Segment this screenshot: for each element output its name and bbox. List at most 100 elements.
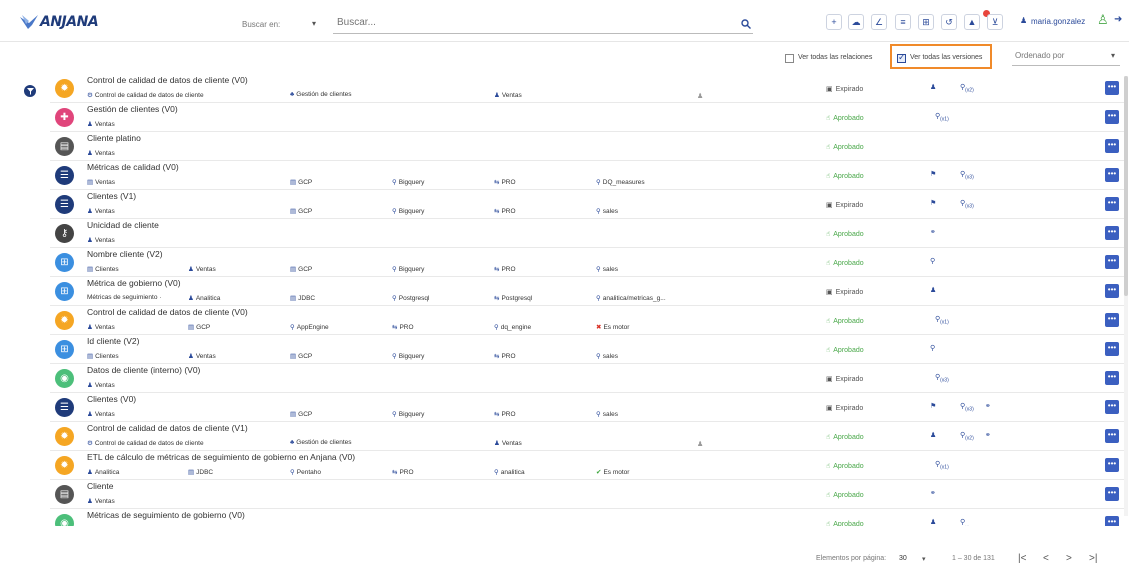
user-name[interactable]: maria.gonzalez: [1031, 17, 1085, 26]
list-icon[interactable]: ≡: [895, 14, 911, 30]
anjana-logo[interactable]: ANJANA: [20, 12, 99, 32]
list-item[interactable]: ◉ Datos de cliente (interno) (V0) ♟ Ventas ▣…: [50, 364, 1125, 393]
more-options-button[interactable]: •••: [1105, 255, 1119, 269]
item-title[interactable]: Métricas de seguimiento de gobierno (V0): [87, 510, 245, 520]
more-options-button[interactable]: •••: [1105, 487, 1119, 501]
relation-icon[interactable]: ⚲(x3): [960, 170, 974, 180]
scroll-thumb[interactable]: [1124, 76, 1128, 296]
list-item[interactable]: ✹ ETL de cálculo de métricas de seguimien…: [50, 451, 1125, 480]
cart-icon[interactable]: ⊻: [987, 14, 1003, 30]
search-input[interactable]: [337, 17, 717, 28]
relation-icon[interactable]: ⚲: [930, 257, 935, 265]
item-title[interactable]: Nombre cliente (V2): [87, 249, 163, 259]
more-options-button[interactable]: •••: [1105, 139, 1119, 153]
more-options-button[interactable]: •••: [1105, 458, 1119, 472]
more-options-button[interactable]: •••: [1105, 284, 1119, 298]
list-item[interactable]: ◉ Métricas de seguimiento de gobierno (V0…: [50, 509, 1125, 526]
ai-assistant-icon[interactable]: ♙: [1097, 12, 1109, 28]
list-item[interactable]: ☰ Clientes (V1) ♟ Ventas ▤ GCP ⚲ Bigquery ⇆ PRO ⚲ s…: [50, 190, 1125, 219]
more-options-button[interactable]: •••: [1105, 516, 1119, 526]
item-title[interactable]: Id cliente (V2): [87, 336, 139, 346]
list-item[interactable]: ⊞ Nombre cliente (V2) ▤ Clientes ♟ Ventas ▤ GCP…: [50, 248, 1125, 277]
page-size-select[interactable]: 30: [899, 555, 907, 562]
relations-checkbox[interactable]: [785, 54, 794, 63]
add-icon[interactable]: +: [826, 14, 842, 30]
bell-icon[interactable]: ▲: [964, 14, 980, 30]
scope-dropdown-icon[interactable]: ▾: [312, 19, 316, 28]
page-size-caret-icon[interactable]: ▾: [922, 555, 926, 563]
more-options-button[interactable]: •••: [1105, 342, 1119, 356]
relation-icon[interactable]: ⚭: [985, 431, 991, 439]
item-title[interactable]: Cliente platino: [87, 133, 141, 143]
list-item[interactable]: ⚷ Unicidad de cliente ♟ Ventas ☝ Aprobado ⚭ •••: [50, 219, 1125, 248]
history-icon[interactable]: ↺: [941, 14, 957, 30]
sort-select[interactable]: Ordenado por: [1015, 51, 1064, 60]
relation-icon[interactable]: ⚲: [930, 344, 935, 352]
item-title[interactable]: Control de calidad de datos de cliente (…: [87, 75, 248, 85]
last-page-icon[interactable]: >|: [1089, 553, 1097, 564]
relation-icon[interactable]: ⚲(x1): [935, 315, 949, 325]
list-item[interactable]: ✹ Control de calidad de datos de cliente …: [50, 74, 1125, 103]
item-title[interactable]: Datos de cliente (interno) (V0): [87, 365, 200, 375]
relation-icon[interactable]: ⚲(x3): [960, 199, 974, 209]
item-title[interactable]: Clientes (V1): [87, 191, 136, 201]
list-item[interactable]: ▤ Cliente platino ♟ Ventas ☝ Aprobado •••: [50, 132, 1125, 161]
list-item[interactable]: ☰ Clientes (V0) ♟ Ventas ▤ GCP ⚲ Bigquery ⇆ PRO ⚲ s…: [50, 393, 1125, 422]
relation-icon[interactable]: ⚭: [930, 489, 936, 497]
relation-icon[interactable]: ⚲(x1): [935, 112, 949, 122]
relation-icon[interactable]: ⚭: [985, 402, 991, 410]
more-options-button[interactable]: •••: [1105, 168, 1119, 182]
more-options-button[interactable]: •••: [1105, 110, 1119, 124]
next-page-icon[interactable]: >: [1066, 553, 1072, 564]
thumbs-up-icon: ☝: [826, 115, 831, 122]
first-page-icon[interactable]: |<: [1018, 553, 1026, 564]
sort-caret-icon[interactable]: ▾: [1111, 51, 1115, 60]
more-options-button[interactable]: •••: [1105, 400, 1119, 414]
relation-icon[interactable]: ♟: [930, 286, 936, 294]
relation-icon[interactable]: ⚲(x2): [960, 83, 974, 93]
item-title[interactable]: Clientes (V0): [87, 394, 136, 404]
item-title[interactable]: Métricas de calidad (V0): [87, 162, 179, 172]
relation-icon[interactable]: ♟: [930, 83, 936, 91]
logout-icon[interactable]: ➜: [1114, 14, 1122, 25]
list-item[interactable]: ☰ Métricas de calidad (V0) ▤ Ventas ▤ GCP ⚲ Big…: [50, 161, 1125, 190]
more-options-button[interactable]: •••: [1105, 81, 1119, 95]
item-title[interactable]: Control de calidad de datos de cliente (…: [87, 423, 248, 433]
list-item[interactable]: ⊞ Métrica de gobierno (V0) Métricas de seg…: [50, 277, 1125, 306]
table-icon[interactable]: ⊞: [918, 14, 934, 30]
item-title[interactable]: Control de calidad de datos de cliente (…: [87, 307, 248, 317]
list-item[interactable]: ▤ Cliente ♟ Ventas ☝ Aprobado ⚭ •••: [50, 480, 1125, 509]
relation-icon[interactable]: ⚲(x1): [935, 460, 949, 470]
relation-icon[interactable]: ♟: [930, 431, 936, 439]
more-options-button[interactable]: •••: [1105, 429, 1119, 443]
relation-icon[interactable]: ⚑: [930, 199, 936, 207]
more-options-button[interactable]: •••: [1105, 226, 1119, 240]
item-title[interactable]: Gestión de clientes (V0): [87, 104, 178, 114]
prev-page-icon[interactable]: <: [1043, 553, 1049, 564]
relation-icon[interactable]: ⚭: [930, 228, 936, 236]
relation-icon[interactable]: ⚲...: [960, 518, 969, 526]
more-options-button[interactable]: •••: [1105, 197, 1119, 211]
relation-icon[interactable]: ⚑: [930, 402, 936, 410]
more-options-button[interactable]: •••: [1105, 371, 1119, 385]
item-title[interactable]: Cliente: [87, 481, 113, 491]
item-title[interactable]: Unicidad de cliente: [87, 220, 159, 230]
list-item[interactable]: ⊞ Id cliente (V2) ▤ Clientes ♟ Ventas ▤ GCP ⚲ Big…: [50, 335, 1125, 364]
search-icon[interactable]: [741, 19, 751, 29]
relation-icon[interactable]: ⚑: [930, 170, 936, 178]
relation-icon[interactable]: ♟: [930, 518, 936, 526]
relation-icon[interactable]: ⚲(x3): [960, 402, 974, 412]
list-item[interactable]: ✹ Control de calidad de datos de cliente …: [50, 306, 1125, 335]
relation-icon[interactable]: ⚲(x2): [960, 431, 974, 441]
status-text: Aprobado: [833, 462, 864, 470]
relation-icon[interactable]: ⚲(x3): [935, 373, 949, 383]
item-title[interactable]: Métrica de gobierno (V0): [87, 278, 181, 288]
scrollbar[interactable]: [1124, 76, 1128, 516]
item-title[interactable]: ETL de cálculo de métricas de seguimient…: [87, 452, 355, 462]
list-item[interactable]: ✚ Gestión de clientes (V0) ♟ Ventas ☝ Aprobad…: [50, 103, 1125, 132]
cloud-upload-icon[interactable]: ☁: [848, 14, 864, 30]
list-item[interactable]: ✹ Control de calidad de datos de cliente …: [50, 422, 1125, 451]
filter-icon[interactable]: [24, 85, 36, 97]
chart-icon[interactable]: ∠: [871, 14, 887, 30]
more-options-button[interactable]: •••: [1105, 313, 1119, 327]
